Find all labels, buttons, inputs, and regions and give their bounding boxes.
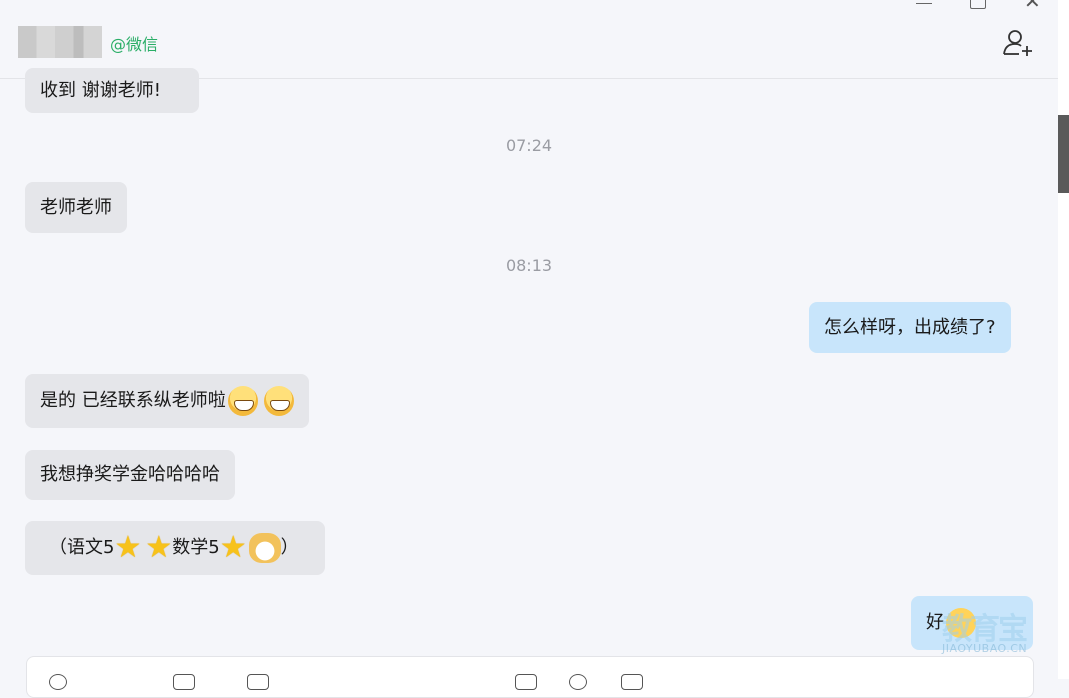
message-bubble-received[interactable]: 我想挣奖学金哈哈哈哈 <box>25 450 235 500</box>
message-text: 我想挣奖学金哈哈哈哈 <box>40 464 220 485</box>
message-timestamp: 08:13 <box>505 256 553 275</box>
scrollbar-thumb[interactable] <box>1058 115 1069 193</box>
grin-emoji <box>227 386 258 416</box>
message-bubble-received[interactable]: （语文5 ★ ★ 数学5 ★ ） <box>25 521 325 575</box>
message-timestamp: 07:24 <box>505 136 553 155</box>
watermark-url: JIAOYUBAO.CN <box>942 642 1028 655</box>
chat-window: @微信 ✕ 收到 谢谢老师! 07:24 老师老师 08:13 怎么样呀，出成绩… <box>0 0 1058 698</box>
scrollbar-track[interactable] <box>1058 0 1069 679</box>
maximize-icon[interactable] <box>970 0 986 9</box>
message-text: 老师老师 <box>40 196 112 218</box>
message-bubble-sent[interactable]: 怎么样呀，出成绩了? <box>809 302 1011 353</box>
message-text: 怎么样呀，出成绩了? <box>824 316 996 338</box>
chat-history-icon[interactable] <box>515 674 537 690</box>
message-input-toolbar[interactable] <box>26 656 1034 698</box>
message-text: ） <box>280 537 299 558</box>
grin-emoji <box>263 386 294 416</box>
emoji-icon[interactable] <box>49 674 67 690</box>
message-bubble-received[interactable]: 老师老师 <box>25 182 127 233</box>
star-emoji: ★ <box>145 530 173 565</box>
screenshot-icon[interactable] <box>247 674 269 690</box>
contact-avatar[interactable] <box>18 26 102 58</box>
minimize-icon[interactable] <box>916 0 932 4</box>
close-icon[interactable]: ✕ <box>1024 0 1042 11</box>
doge-emoji <box>248 533 281 563</box>
message-text: 是的 已经联系纵老师啦 <box>40 390 226 411</box>
voice-call-icon[interactable] <box>569 674 587 690</box>
add-user-icon[interactable] <box>1002 28 1034 56</box>
star-emoji: ★ <box>114 530 142 565</box>
folder-icon[interactable] <box>173 674 195 690</box>
message-list: 收到 谢谢老师! 07:24 老师老师 08:13 怎么样呀，出成绩了? 是的 … <box>0 68 1058 658</box>
message-bubble-received[interactable]: 收到 谢谢老师! <box>25 68 199 113</box>
message-text: 收到 谢谢老师! <box>40 79 161 101</box>
contact-handle[interactable]: @微信 <box>110 31 158 55</box>
message-text: （语文5 <box>49 537 115 558</box>
star-emoji: ★ <box>219 530 247 565</box>
watermark: 教育宝 JIAOYUBAO.CN <box>942 604 1052 656</box>
message-text: 数学5 <box>172 537 220 558</box>
video-call-icon[interactable] <box>621 674 643 690</box>
message-bubble-received[interactable]: 是的 已经联系纵老师啦 <box>25 374 309 428</box>
